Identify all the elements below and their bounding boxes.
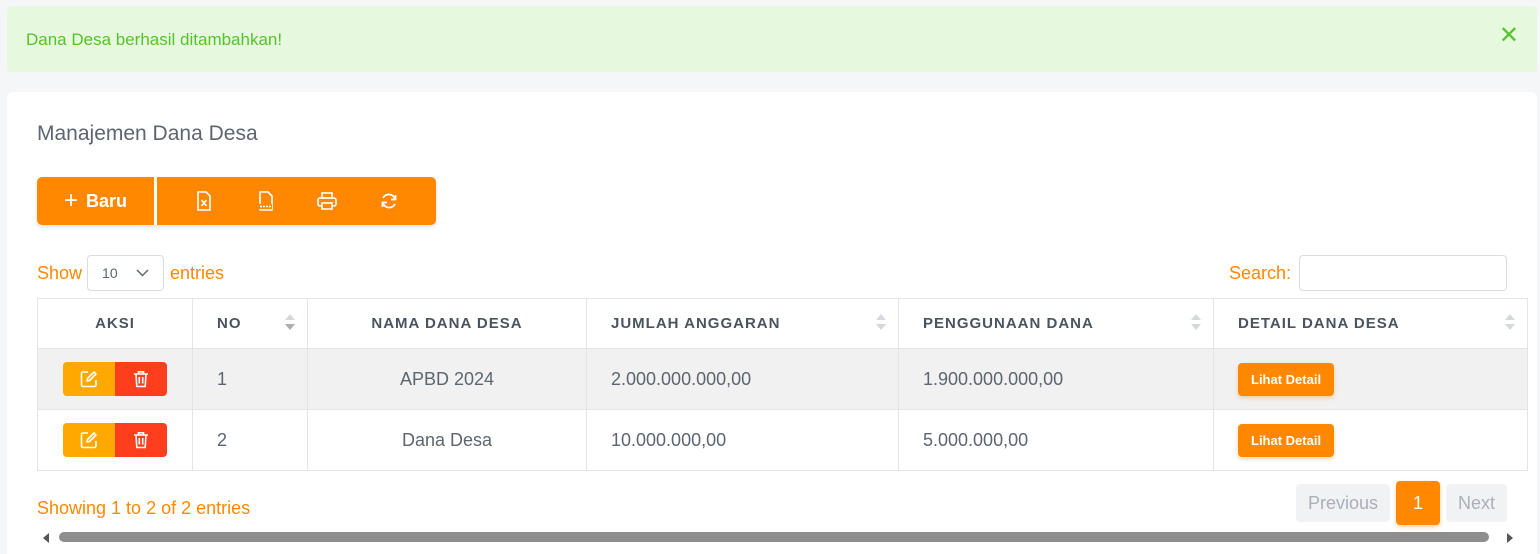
col-detail[interactable]: DETAIL DANA DESA [1213,298,1528,349]
close-icon[interactable]: ✕ [1499,24,1519,48]
success-alert: Dana Desa berhasil ditambahkan! ✕ [7,6,1537,72]
plus-icon: + [63,187,78,214]
previous-button[interactable]: Previous [1295,484,1390,522]
entries-select-value: 10 [102,265,118,281]
lihat-detail-button[interactable]: Lihat Detail [1238,362,1335,396]
sort-icon [1505,314,1515,334]
csv-icon[interactable] [251,186,281,216]
cell-jumlah: 10.000.000,00 [586,409,899,471]
sort-icon [285,314,295,334]
edit-icon [80,371,97,388]
cell-detail: Lihat Detail [1213,409,1528,471]
dana-desa-table: AKSI NO NAMA DANA DESA JUMLAH ANGGARAN P… [37,298,1528,471]
col-nama: NAMA DANA DESA [307,298,587,349]
next-button[interactable]: Next [1445,484,1507,522]
toolbar: + Baru [37,177,436,225]
edit-button[interactable] [63,423,115,457]
alert-message: Dana Desa berhasil ditambahkan! [26,30,283,49]
cell-no: 2 [192,409,308,471]
scroll-thumb[interactable] [59,532,1489,542]
trash-icon [134,371,148,388]
entries-length: Show 10 entries [37,255,224,291]
scroll-right-icon[interactable] [1507,533,1513,543]
excel-icon[interactable] [189,186,219,216]
show-label: Show [37,262,83,283]
chevron-down-icon [136,269,149,277]
cell-nama: APBD 2024 [307,348,587,410]
cell-penggunaan: 5.000.000,00 [898,409,1214,471]
cell-jumlah: 2.000.000.000,00 [586,348,899,410]
dana-desa-card: Manajemen Dana Desa + Baru Show 10 entri… [7,92,1537,554]
lihat-detail-button[interactable]: Lihat Detail [1238,423,1335,457]
cell-no: 1 [192,348,308,410]
table-row: 2 Dana Desa 10.000.000,00 5.000.000,00 L… [37,409,1528,471]
delete-button[interactable] [115,423,167,457]
table-header-row: AKSI NO NAMA DANA DESA JUMLAH ANGGARAN P… [37,298,1528,349]
entries-label: entries [170,262,225,283]
action-cell [37,348,193,410]
print-icon[interactable] [312,186,342,216]
horizontal-scrollbar[interactable] [43,530,1513,544]
sort-icon [876,314,886,334]
sort-icon [1191,314,1201,334]
table-row: 1 APBD 2024 2.000.000.000,00 1.900.000.0… [37,348,1528,410]
trash-icon [134,432,148,449]
new-button[interactable]: + Baru [37,177,157,225]
new-button-label: Baru [86,190,128,211]
col-aksi: AKSI [37,298,193,349]
page-title: Manajemen Dana Desa [37,122,258,145]
table-info: Showing 1 to 2 of 2 entries [37,498,251,518]
edit-button[interactable] [63,362,115,396]
refresh-icon[interactable] [374,186,404,216]
cell-nama: Dana Desa [307,409,587,471]
search-input[interactable] [1299,255,1507,291]
col-penggunaan[interactable]: PENGGUNAAN DANA [898,298,1214,349]
search: Search: [1229,255,1507,291]
col-jumlah[interactable]: JUMLAH ANGGARAN [586,298,899,349]
cell-penggunaan: 1.900.000.000,00 [898,348,1214,410]
edit-icon [80,432,97,449]
page-1-button[interactable]: 1 [1395,481,1440,525]
search-label: Search: [1228,262,1291,283]
scroll-left-icon[interactable] [43,533,49,543]
action-cell [37,409,193,471]
entries-select[interactable]: 10 [87,255,165,291]
export-buttons [157,177,436,225]
col-no[interactable]: NO [192,298,308,349]
cell-detail: Lihat Detail [1213,348,1528,410]
delete-button[interactable] [115,362,167,396]
pagination: Previous 1 Next [1295,481,1507,525]
